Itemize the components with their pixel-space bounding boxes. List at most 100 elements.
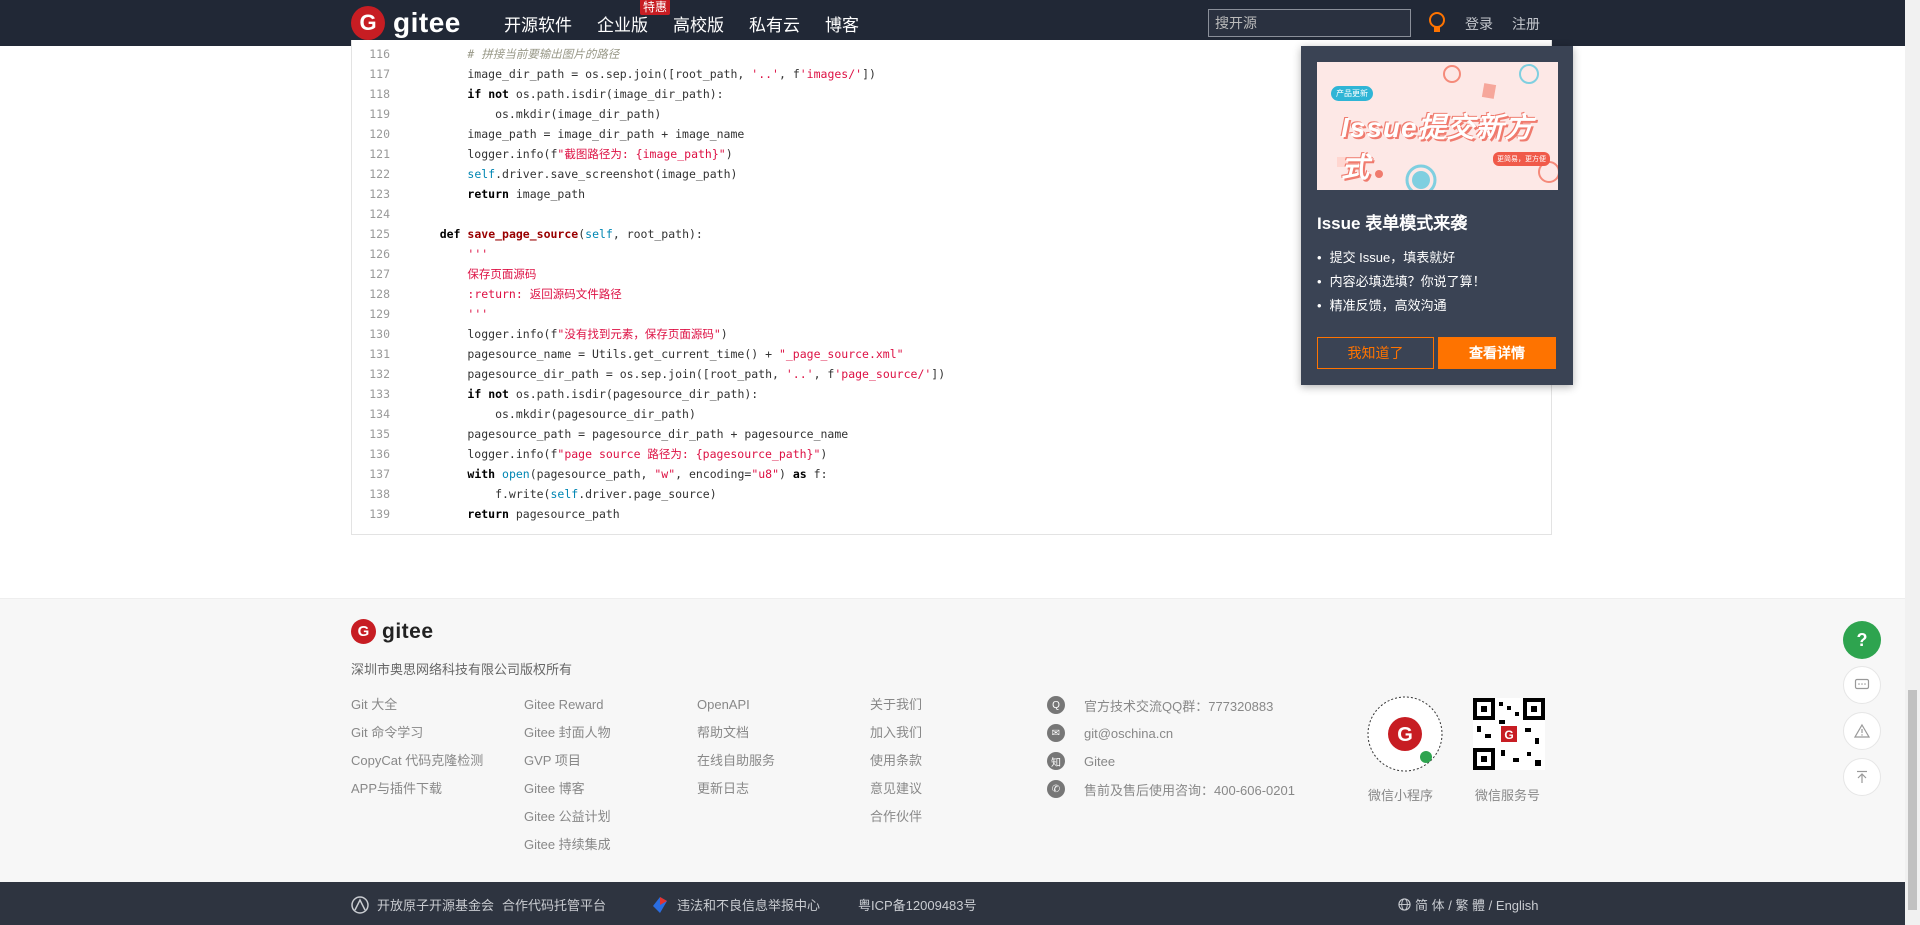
- nav-enterprise-label: 企业版: [597, 15, 648, 35]
- language-options: 简 体 / 繁 體 / English: [1415, 898, 1539, 913]
- login-link[interactable]: 登录: [1465, 14, 1493, 34]
- line-number[interactable]: 126: [352, 244, 390, 264]
- line-number[interactable]: 134: [352, 404, 390, 424]
- footer-link[interactable]: Git 大全: [351, 691, 483, 719]
- footer-logo-text: gitee: [382, 619, 434, 643]
- line-number[interactable]: 119: [352, 104, 390, 124]
- code-text: pagesource_path = pagesource_dir_path + …: [412, 427, 849, 441]
- foundation-label: 开放原子开源基金会: [377, 898, 495, 913]
- line-number[interactable]: 121: [352, 144, 390, 164]
- banner-tag: 产品更新: [1331, 86, 1373, 101]
- footer-link[interactable]: 关于我们: [870, 691, 922, 719]
- footer-link[interactable]: 合作伙伴: [870, 803, 922, 831]
- open-atom-foundation[interactable]: 开放原子开源基金会 合作代码托管平台: [351, 895, 606, 914]
- footer-link[interactable]: Gitee 持续集成: [524, 831, 611, 859]
- line-number[interactable]: 136: [352, 444, 390, 464]
- footer-link[interactable]: Gitee 公益计划: [524, 803, 611, 831]
- contact-qq: Q 官方技术交流QQ群：777320883: [1047, 691, 1295, 719]
- scrollbar-thumb[interactable]: [1908, 690, 1917, 910]
- code-text: :return: 返回源码文件路径: [467, 287, 622, 301]
- line-number[interactable]: 129: [352, 304, 390, 324]
- code-text: def save_page_source(self, root_path):: [439, 227, 703, 241]
- contact-zhihu: 知 Gitee: [1047, 747, 1295, 775]
- footer-link[interactable]: APP与插件下载: [351, 775, 483, 803]
- line-number[interactable]: 124: [352, 204, 390, 224]
- view-details-button[interactable]: 查看详情: [1438, 337, 1556, 369]
- footer-col-gitee: Gitee Reward Gitee 封面人物 GVP 项目 Gitee 博客 …: [524, 691, 611, 859]
- popup-title: Issue 表单模式来袭: [1317, 214, 1468, 233]
- line-number[interactable]: 127: [352, 264, 390, 284]
- footer-link[interactable]: 在线自助服务: [697, 747, 775, 775]
- dismiss-button[interactable]: 我知道了: [1317, 337, 1434, 369]
- code-text: os.mkdir(pagesource_dir_path): [412, 407, 696, 421]
- popup-feature-item: 内容必填选填？你说了算！: [1317, 270, 1486, 294]
- footer-link[interactable]: 使用条款: [870, 747, 922, 775]
- icp-link[interactable]: 粤ICP备12009483号: [858, 895, 977, 914]
- footer-link[interactable]: 意见建议: [870, 775, 922, 803]
- report-center-link[interactable]: 违法和不良信息举报中心: [651, 895, 820, 914]
- footer-col-git: Git 大全 Git 命令学习 CopyCat 代码克隆检测 APP与插件下载: [351, 691, 483, 803]
- chat-icon: [1854, 678, 1870, 690]
- footer-link[interactable]: Gitee 封面人物: [524, 719, 611, 747]
- register-link[interactable]: 注册: [1512, 14, 1540, 34]
- bottom-bar: 开放原子开源基金会 合作代码托管平台 违法和不良信息举报中心 粤ICP备1200…: [0, 882, 1905, 925]
- help-button[interactable]: ?: [1843, 621, 1881, 659]
- line-number[interactable]: 118: [352, 84, 390, 104]
- line-number[interactable]: 122: [352, 164, 390, 184]
- line-number[interactable]: 133: [352, 384, 390, 404]
- nav-open-source[interactable]: 开源软件: [504, 11, 572, 36]
- footer-link[interactable]: Git 命令学习: [351, 719, 483, 747]
- site-footer: G gitee 深圳市奥思网络科技有限公司版权所有 Git 大全 Git 命令学…: [0, 598, 1905, 882]
- svg-text:G: G: [1504, 728, 1513, 742]
- line-number[interactable]: 125: [352, 224, 390, 244]
- globe-icon: [1398, 898, 1411, 911]
- footer-link[interactable]: Gitee 博客: [524, 775, 611, 803]
- gitee-logo-icon: G: [351, 619, 376, 644]
- line-number[interactable]: 139: [352, 504, 390, 524]
- line-number[interactable]: 117: [352, 64, 390, 84]
- feedback-button[interactable]: [1843, 666, 1881, 704]
- line-number[interactable]: 123: [352, 184, 390, 204]
- line-number[interactable]: 120: [352, 124, 390, 144]
- line-number[interactable]: 137: [352, 464, 390, 484]
- nav-private-cloud[interactable]: 私有云: [749, 11, 800, 36]
- qr-miniprogram-label: 微信小程序: [1368, 788, 1434, 803]
- line-number[interactable]: 131: [352, 344, 390, 364]
- language-switcher[interactable]: 简 体 / 繁 體 / English: [1398, 895, 1539, 914]
- arrow-up-icon: [1857, 770, 1867, 783]
- footer-link[interactable]: Gitee Reward: [524, 691, 611, 719]
- footer-link[interactable]: GVP 项目: [524, 747, 611, 775]
- report-button[interactable]: [1843, 712, 1881, 750]
- footer-link[interactable]: OpenAPI: [697, 691, 775, 719]
- contact-text[interactable]: Gitee: [1084, 754, 1115, 769]
- code-text: return image_path: [467, 187, 586, 201]
- code-text: logger.info(f"没有找到元素，保存页面源码"): [412, 327, 728, 341]
- open-atom-icon: [351, 895, 369, 914]
- footer-link[interactable]: 帮助文档: [697, 719, 775, 747]
- back-to-top-button[interactable]: [1843, 758, 1881, 796]
- contact-text: 官方技术交流QQ群：777320883: [1084, 698, 1274, 714]
- gitee-logo[interactable]: G gitee: [351, 6, 461, 40]
- lightbulb-icon[interactable]: [1427, 11, 1447, 35]
- search-input[interactable]: 搜开源: [1208, 9, 1411, 37]
- line-number[interactable]: 135: [352, 424, 390, 444]
- nav-education[interactable]: 高校版: [673, 11, 724, 36]
- page-scrollbar[interactable]: [1905, 0, 1920, 925]
- line-number[interactable]: 116: [352, 44, 390, 64]
- report-shield-icon: [653, 896, 667, 913]
- footer-link[interactable]: 加入我们: [870, 719, 922, 747]
- contact-info: Q 官方技术交流QQ群：777320883 ✉ git@oschina.cn 知…: [1047, 691, 1295, 803]
- line-number[interactable]: 138: [352, 484, 390, 504]
- footer-logo[interactable]: G gitee: [351, 619, 434, 644]
- line-number[interactable]: 128: [352, 284, 390, 304]
- nav-blog[interactable]: 博客: [825, 11, 859, 36]
- line-number[interactable]: 132: [352, 364, 390, 384]
- code-text: ''': [467, 307, 489, 321]
- contact-phone: ✆ 售前及售后使用咨询：400-606-0201: [1047, 775, 1295, 803]
- footer-link[interactable]: 更新日志: [697, 775, 775, 803]
- contact-text[interactable]: git@oschina.cn: [1084, 726, 1173, 741]
- nav-enterprise[interactable]: 企业版 特惠: [597, 0, 670, 36]
- popup-feature-list: 提交 Issue，填表就好 内容必填选填？你说了算！ 精准反馈，高效沟通: [1317, 246, 1486, 318]
- line-number[interactable]: 130: [352, 324, 390, 344]
- footer-link[interactable]: CopyCat 代码克隆检测: [351, 747, 483, 775]
